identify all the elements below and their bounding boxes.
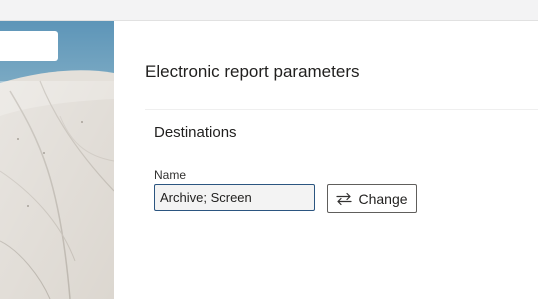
name-field[interactable] (154, 184, 315, 211)
divider (145, 109, 538, 110)
name-field-label: Name (154, 168, 187, 182)
swap-arrows-icon (336, 192, 353, 206)
panel-field (0, 31, 58, 61)
destinations-section-title: Destinations (154, 124, 237, 141)
change-button[interactable]: Change (327, 184, 417, 213)
top-bar (0, 0, 538, 21)
report-parameters-dialog: Electronic report parameters Destination… (114, 21, 538, 299)
dialog-title: Electronic report parameters (145, 62, 360, 81)
change-button-label: Change (358, 190, 408, 207)
background-image (0, 21, 114, 299)
